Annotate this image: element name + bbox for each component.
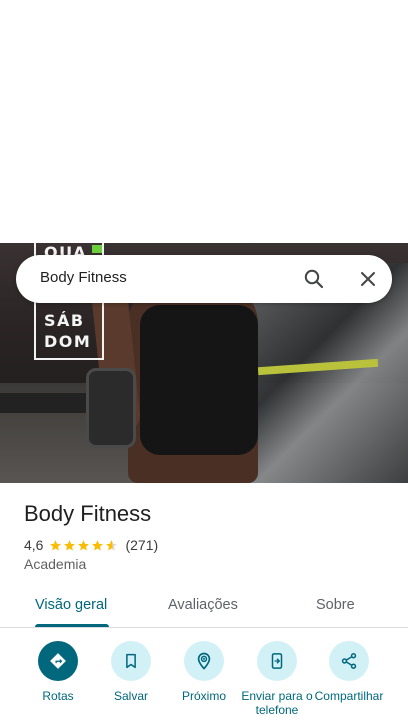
- nearby-label: Próximo: [181, 689, 226, 703]
- star-icon: [64, 539, 76, 550]
- photo-person-shorts: [140, 305, 258, 455]
- share-button[interactable]: Compartilhar: [311, 641, 387, 717]
- search-input[interactable]: Body Fitness: [40, 269, 127, 286]
- rating-row[interactable]: 4,6 (271): [24, 536, 158, 554]
- send-to-phone-label: Enviar para o telefone: [241, 689, 313, 717]
- save-button[interactable]: Salvar: [93, 641, 169, 703]
- photo-bench: [0, 393, 95, 413]
- tab-active-indicator: [35, 624, 109, 627]
- review-count[interactable]: (271): [125, 537, 158, 553]
- rating-value: 4,6: [24, 537, 44, 553]
- place-category: Academia: [24, 556, 87, 572]
- poster-line-2: SÁB: [44, 311, 85, 330]
- directions-icon: [38, 641, 78, 681]
- photo-poster-dot: [92, 245, 102, 253]
- search-bar[interactable]: Body Fitness: [16, 255, 392, 303]
- tab-bar: Visão geral Avaliações Sobre: [0, 587, 408, 628]
- action-bar: Rotas Salvar Próximo Enviar para o telef…: [0, 641, 408, 726]
- map-area-blank: [0, 0, 408, 243]
- star-icon: [50, 539, 62, 550]
- nearby-icon: [184, 641, 224, 681]
- tab-about[interactable]: Sobre: [316, 597, 355, 613]
- bookmark-icon: [111, 641, 151, 681]
- photo-dumbbell: [86, 368, 136, 448]
- star-icon: [78, 539, 90, 550]
- tab-reviews[interactable]: Avaliações: [168, 597, 238, 613]
- send-to-phone-icon: [257, 641, 297, 681]
- send-to-phone-button[interactable]: Enviar para o telefone: [239, 641, 315, 717]
- directions-label: Rotas: [42, 689, 74, 703]
- tab-overview[interactable]: Visão geral: [35, 597, 107, 613]
- search-icon[interactable]: [302, 267, 326, 291]
- save-label: Salvar: [113, 689, 148, 703]
- poster-line-3: DOM: [44, 332, 92, 351]
- star-rating: [49, 539, 119, 552]
- star-icon: [92, 539, 104, 550]
- directions-button[interactable]: Rotas: [20, 641, 96, 703]
- star-half-icon: [106, 539, 118, 550]
- share-label: Compartilhar: [314, 689, 384, 703]
- place-title: Body Fitness: [24, 501, 152, 526]
- nearby-button[interactable]: Próximo: [166, 641, 242, 703]
- close-icon[interactable]: [356, 267, 380, 291]
- share-icon: [329, 641, 369, 681]
